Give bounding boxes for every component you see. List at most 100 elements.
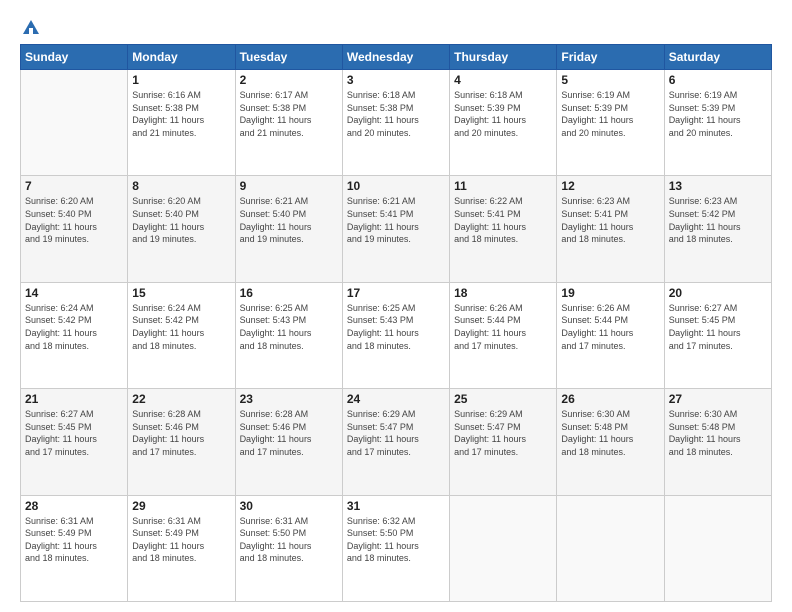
cell-info: Sunrise: 6:21 AMSunset: 5:40 PMDaylight:… [240, 195, 338, 245]
calendar-cell [557, 495, 664, 601]
cell-info: Sunrise: 6:31 AMSunset: 5:49 PMDaylight:… [132, 515, 230, 565]
cell-date-number: 20 [669, 286, 767, 300]
header [20, 18, 772, 36]
week-row-3: 14 Sunrise: 6:24 AMSunset: 5:42 PMDayligh… [21, 282, 772, 388]
cell-date-number: 15 [132, 286, 230, 300]
cell-info: Sunrise: 6:23 AMSunset: 5:42 PMDaylight:… [669, 195, 767, 245]
calendar-cell: 12 Sunrise: 6:23 AMSunset: 5:41 PMDayligh… [557, 176, 664, 282]
calendar-cell: 15 Sunrise: 6:24 AMSunset: 5:42 PMDayligh… [128, 282, 235, 388]
calendar-cell: 17 Sunrise: 6:25 AMSunset: 5:43 PMDayligh… [342, 282, 449, 388]
cell-date-number: 12 [561, 179, 659, 193]
cell-date-number: 5 [561, 73, 659, 87]
weekday-header-row: SundayMondayTuesdayWednesdayThursdayFrid… [21, 45, 772, 70]
page: SundayMondayTuesdayWednesdayThursdayFrid… [0, 0, 792, 612]
cell-info: Sunrise: 6:27 AMSunset: 5:45 PMDaylight:… [25, 408, 123, 458]
cell-date-number: 18 [454, 286, 552, 300]
calendar-cell: 18 Sunrise: 6:26 AMSunset: 5:44 PMDayligh… [450, 282, 557, 388]
calendar-cell: 3Sunrise: 6:18 AMSunset: 5:38 PMDaylight… [342, 70, 449, 176]
calendar-cell [450, 495, 557, 601]
weekday-header-tuesday: Tuesday [235, 45, 342, 70]
logo [20, 18, 41, 36]
cell-info: Sunrise: 6:26 AMSunset: 5:44 PMDaylight:… [561, 302, 659, 352]
calendar-table: SundayMondayTuesdayWednesdayThursdayFrid… [20, 44, 772, 602]
calendar-cell: 24 Sunrise: 6:29 AMSunset: 5:47 PMDayligh… [342, 389, 449, 495]
cell-date-number: 14 [25, 286, 123, 300]
cell-info: Sunrise: 6:17 AMSunset: 5:38 PMDaylight:… [240, 89, 338, 139]
weekday-header-wednesday: Wednesday [342, 45, 449, 70]
cell-info: Sunrise: 6:30 AMSunset: 5:48 PMDaylight:… [669, 408, 767, 458]
cell-info: Sunrise: 6:16 AMSunset: 5:38 PMDaylight:… [132, 89, 230, 139]
cell-info: Sunrise: 6:20 AMSunset: 5:40 PMDaylight:… [132, 195, 230, 245]
cell-date-number: 6 [669, 73, 767, 87]
cell-info: Sunrise: 6:30 AMSunset: 5:48 PMDaylight:… [561, 408, 659, 458]
week-row-4: 21 Sunrise: 6:27 AMSunset: 5:45 PMDayligh… [21, 389, 772, 495]
calendar-cell: 31 Sunrise: 6:32 AMSunset: 5:50 PMDayligh… [342, 495, 449, 601]
cell-info: Sunrise: 6:29 AMSunset: 5:47 PMDaylight:… [347, 408, 445, 458]
calendar-cell [21, 70, 128, 176]
week-row-1: 1Sunrise: 6:16 AMSunset: 5:38 PMDaylight… [21, 70, 772, 176]
cell-info: Sunrise: 6:31 AMSunset: 5:50 PMDaylight:… [240, 515, 338, 565]
calendar-cell: 7Sunrise: 6:20 AMSunset: 5:40 PMDaylight… [21, 176, 128, 282]
week-row-2: 7Sunrise: 6:20 AMSunset: 5:40 PMDaylight… [21, 176, 772, 282]
cell-date-number: 13 [669, 179, 767, 193]
calendar-cell: 8 Sunrise: 6:20 AMSunset: 5:40 PMDaylight… [128, 176, 235, 282]
calendar-cell: 27Sunrise: 6:30 AMSunset: 5:48 PMDayligh… [664, 389, 771, 495]
calendar-cell: 1Sunrise: 6:16 AMSunset: 5:38 PMDaylight… [128, 70, 235, 176]
cell-date-number: 16 [240, 286, 338, 300]
calendar-cell: 2 Sunrise: 6:17 AMSunset: 5:38 PMDaylight… [235, 70, 342, 176]
calendar-cell: 20 Sunrise: 6:27 AMSunset: 5:45 PMDayligh… [664, 282, 771, 388]
cell-date-number: 17 [347, 286, 445, 300]
cell-info: Sunrise: 6:20 AMSunset: 5:40 PMDaylight:… [25, 195, 123, 245]
calendar-cell: 26 Sunrise: 6:30 AMSunset: 5:48 PMDayligh… [557, 389, 664, 495]
cell-date-number: 31 [347, 499, 445, 513]
cell-info: Sunrise: 6:26 AMSunset: 5:44 PMDaylight:… [454, 302, 552, 352]
calendar-cell: 22 Sunrise: 6:28 AMSunset: 5:46 PMDayligh… [128, 389, 235, 495]
weekday-header-friday: Friday [557, 45, 664, 70]
calendar-cell [664, 495, 771, 601]
cell-info: Sunrise: 6:19 AMSunset: 5:39 PMDaylight:… [669, 89, 767, 139]
cell-info: Sunrise: 6:27 AMSunset: 5:45 PMDaylight:… [669, 302, 767, 352]
calendar-cell: 28Sunrise: 6:31 AMSunset: 5:49 PMDayligh… [21, 495, 128, 601]
cell-info: Sunrise: 6:23 AMSunset: 5:41 PMDaylight:… [561, 195, 659, 245]
calendar-cell: 9 Sunrise: 6:21 AMSunset: 5:40 PMDaylight… [235, 176, 342, 282]
calendar-cell: 14Sunrise: 6:24 AMSunset: 5:42 PMDayligh… [21, 282, 128, 388]
cell-date-number: 4 [454, 73, 552, 87]
calendar-cell: 10Sunrise: 6:21 AMSunset: 5:41 PMDayligh… [342, 176, 449, 282]
cell-date-number: 11 [454, 179, 552, 193]
cell-info: Sunrise: 6:19 AMSunset: 5:39 PMDaylight:… [561, 89, 659, 139]
cell-date-number: 22 [132, 392, 230, 406]
cell-date-number: 24 [347, 392, 445, 406]
week-row-5: 28Sunrise: 6:31 AMSunset: 5:49 PMDayligh… [21, 495, 772, 601]
calendar-cell: 11 Sunrise: 6:22 AMSunset: 5:41 PMDayligh… [450, 176, 557, 282]
cell-date-number: 19 [561, 286, 659, 300]
cell-date-number: 9 [240, 179, 338, 193]
cell-info: Sunrise: 6:18 AMSunset: 5:39 PMDaylight:… [454, 89, 552, 139]
cell-date-number: 3 [347, 73, 445, 87]
calendar-cell: 29 Sunrise: 6:31 AMSunset: 5:49 PMDayligh… [128, 495, 235, 601]
cell-date-number: 8 [132, 179, 230, 193]
weekday-header-sunday: Sunday [21, 45, 128, 70]
calendar-cell: 25Sunrise: 6:29 AMSunset: 5:47 PMDayligh… [450, 389, 557, 495]
cell-info: Sunrise: 6:24 AMSunset: 5:42 PMDaylight:… [132, 302, 230, 352]
cell-info: Sunrise: 6:25 AMSunset: 5:43 PMDaylight:… [347, 302, 445, 352]
calendar-cell: 13 Sunrise: 6:23 AMSunset: 5:42 PMDayligh… [664, 176, 771, 282]
cell-info: Sunrise: 6:32 AMSunset: 5:50 PMDaylight:… [347, 515, 445, 565]
calendar-cell: 19 Sunrise: 6:26 AMSunset: 5:44 PMDayligh… [557, 282, 664, 388]
cell-date-number: 2 [240, 73, 338, 87]
calendar-cell: 30Sunrise: 6:31 AMSunset: 5:50 PMDayligh… [235, 495, 342, 601]
weekday-header-monday: Monday [128, 45, 235, 70]
cell-info: Sunrise: 6:25 AMSunset: 5:43 PMDaylight:… [240, 302, 338, 352]
cell-date-number: 21 [25, 392, 123, 406]
calendar-cell: 6 Sunrise: 6:19 AMSunset: 5:39 PMDaylight… [664, 70, 771, 176]
calendar-cell: 5 Sunrise: 6:19 AMSunset: 5:39 PMDaylight… [557, 70, 664, 176]
cell-info: Sunrise: 6:29 AMSunset: 5:47 PMDaylight:… [454, 408, 552, 458]
calendar-cell: 4 Sunrise: 6:18 AMSunset: 5:39 PMDaylight… [450, 70, 557, 176]
weekday-header-thursday: Thursday [450, 45, 557, 70]
calendar-cell: 23Sunrise: 6:28 AMSunset: 5:46 PMDayligh… [235, 389, 342, 495]
cell-info: Sunrise: 6:28 AMSunset: 5:46 PMDaylight:… [132, 408, 230, 458]
calendar-cell: 21 Sunrise: 6:27 AMSunset: 5:45 PMDayligh… [21, 389, 128, 495]
cell-date-number: 29 [132, 499, 230, 513]
cell-info: Sunrise: 6:31 AMSunset: 5:49 PMDaylight:… [25, 515, 123, 565]
cell-info: Sunrise: 6:22 AMSunset: 5:41 PMDaylight:… [454, 195, 552, 245]
cell-date-number: 26 [561, 392, 659, 406]
